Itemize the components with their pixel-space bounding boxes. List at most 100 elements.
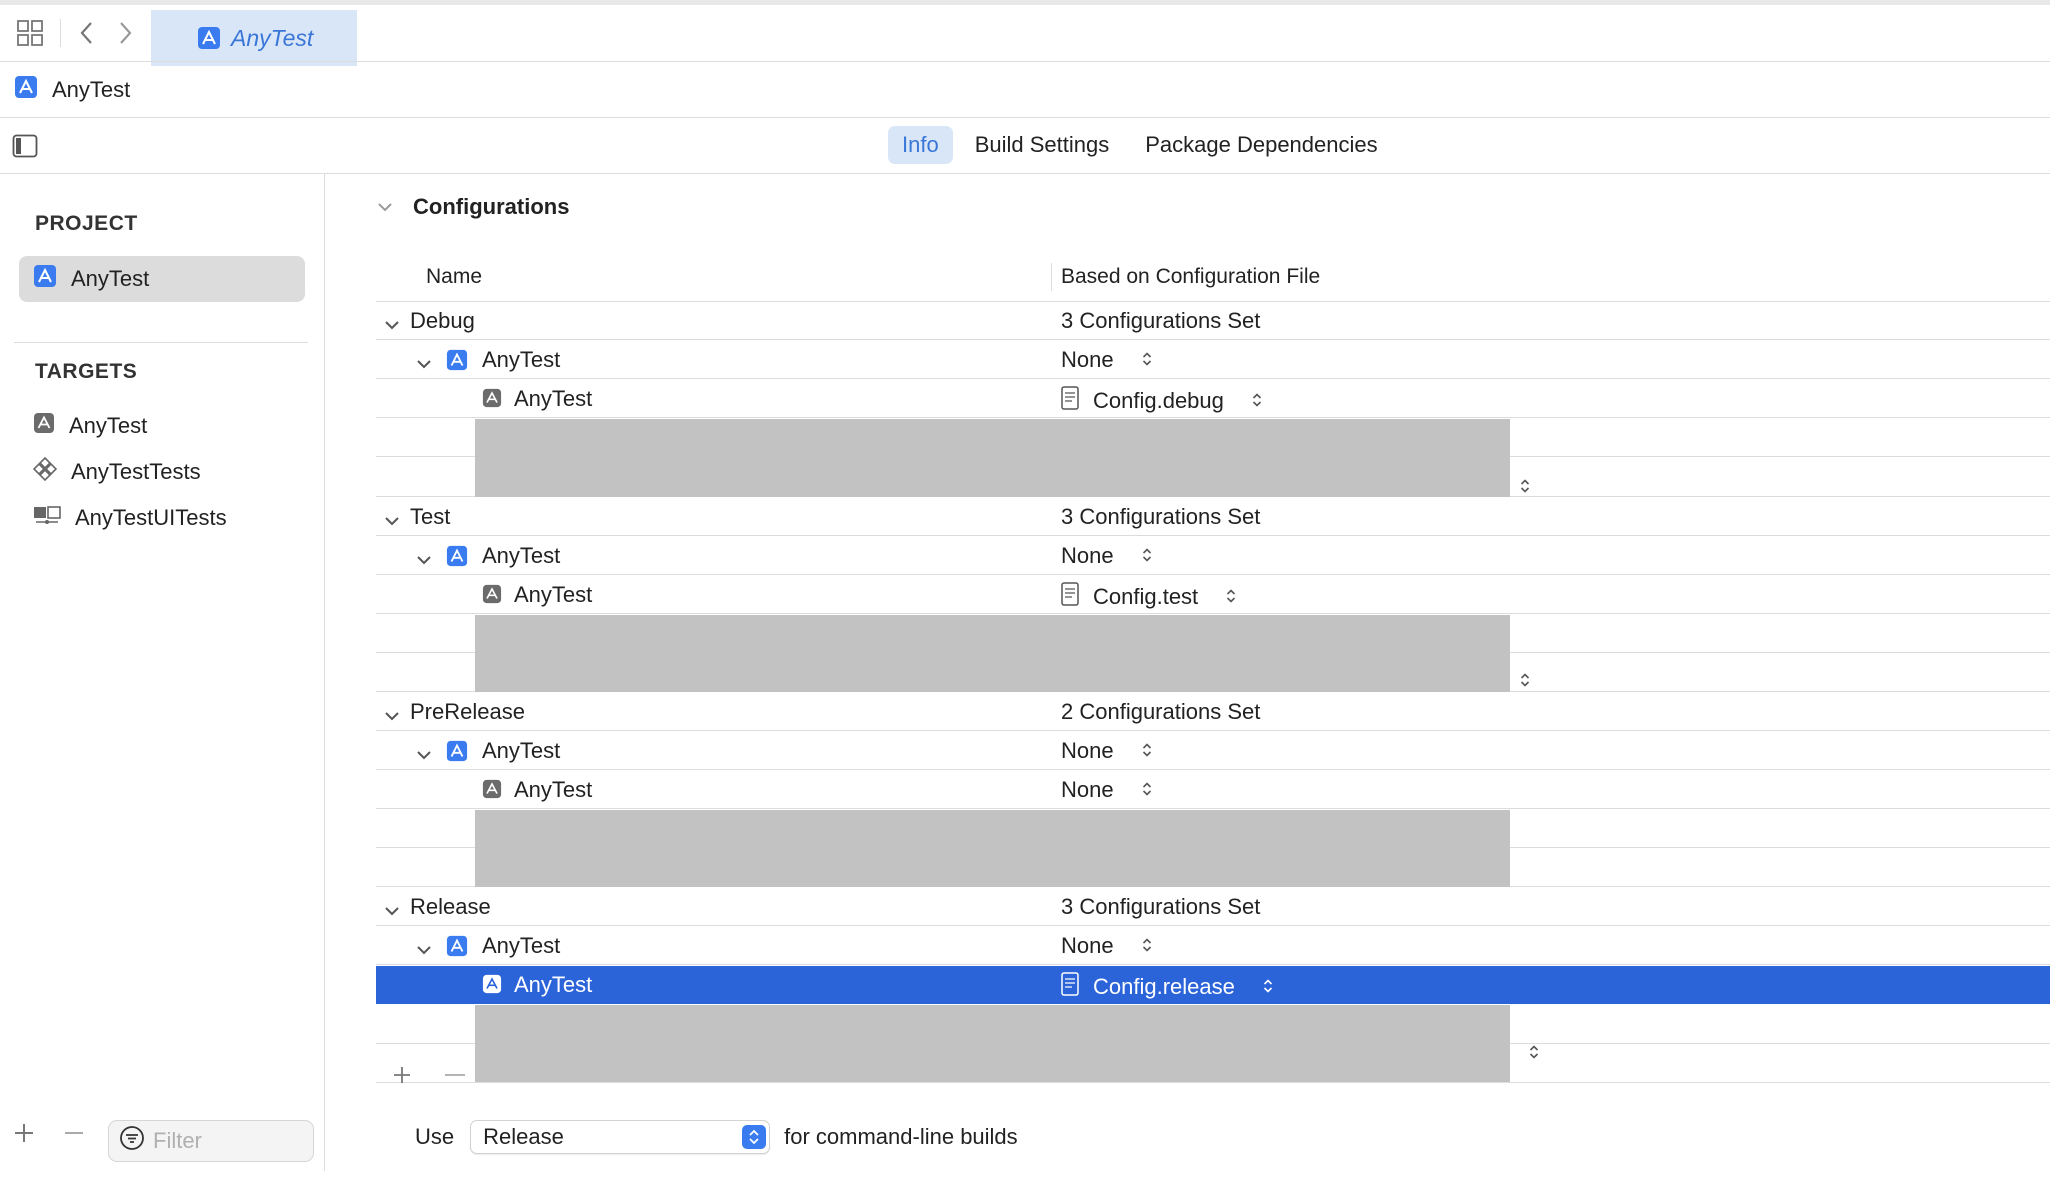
config-file-value: Config.debug: [1093, 388, 1224, 413]
sidebar-item-project-anytest[interactable]: AnyTest: [19, 256, 305, 302]
jump-bar-project[interactable]: AnyTest: [52, 77, 130, 103]
document-icon: [1061, 582, 1079, 612]
config-project-name: AnyTest: [482, 543, 561, 568]
config-group-summary: 2 Configurations Set: [1061, 699, 1261, 724]
config-file-value: Config.release: [1093, 974, 1235, 999]
chevron-down-icon[interactable]: [384, 313, 400, 339]
filter-field[interactable]: [108, 1120, 314, 1162]
tab-bar-divider: [60, 19, 61, 47]
add-icon[interactable]: [12, 1119, 36, 1153]
back-chevron-icon[interactable]: [78, 21, 96, 51]
editor-header: Info Build Settings Package Dependencies: [0, 118, 2050, 173]
config-file-popup[interactable]: Config.debug: [1061, 386, 1262, 416]
tab-package-dependencies[interactable]: Package Dependencies: [1131, 126, 1391, 164]
config-file-value: None: [1061, 777, 1114, 802]
config-target-row[interactable]: AnyTest Config.debug: [376, 380, 2050, 418]
config-group-row[interactable]: Test 3 Configurations Set: [376, 498, 2050, 536]
column-header-name[interactable]: Name: [376, 253, 1051, 301]
document-icon: [1061, 972, 1079, 1002]
unit-test-icon: [32, 456, 58, 487]
config-file-popup[interactable]: Config.test: [1061, 582, 1236, 612]
chevron-down-icon[interactable]: [376, 196, 394, 222]
remove-configuration-icon[interactable]: [444, 1060, 466, 1092]
remove-icon[interactable]: [62, 1119, 86, 1153]
chevron-down-icon[interactable]: [384, 704, 400, 730]
blank-area: [475, 1005, 1510, 1082]
file-tab-label: AnyTest: [231, 24, 314, 51]
config-file-value: None: [1061, 933, 1114, 958]
sidebar-divider: [14, 342, 308, 343]
chevron-down-icon[interactable]: [416, 938, 432, 964]
config-file-value: Config.test: [1093, 584, 1199, 609]
tab-bar: AnyTest: [0, 0, 2050, 66]
config-group-row[interactable]: Release 3 Configurations Set: [376, 888, 2050, 926]
config-file-popup[interactable]: None: [1061, 347, 1152, 373]
config-file-popup[interactable]: Config.release: [1061, 972, 1273, 1002]
grid-icon[interactable]: [16, 19, 44, 53]
chevron-updown-icon: [1142, 543, 1152, 569]
config-file-popup[interactable]: None: [1061, 933, 1152, 959]
add-configuration-icon[interactable]: [392, 1060, 412, 1092]
config-file-popup[interactable]: None: [1061, 738, 1152, 764]
tab-build-settings[interactable]: Build Settings: [961, 126, 1124, 164]
column-header-based-on[interactable]: Based on Configuration File: [1061, 253, 1320, 301]
command-line-config-select[interactable]: Release: [470, 1120, 771, 1154]
chevron-down-icon[interactable]: [384, 509, 400, 535]
config-group-summary: 3 Configurations Set: [1061, 504, 1261, 529]
sidebar-item-target-anytestuitests[interactable]: AnyTestUITests: [19, 495, 305, 541]
config-project-row[interactable]: AnyTest None: [376, 732, 2050, 770]
sidebar-item-target-anytesttests[interactable]: AnyTestTests: [19, 449, 305, 495]
config-file-value: None: [1061, 347, 1114, 372]
document-icon: [1061, 386, 1079, 416]
app-target-icon: [482, 584, 502, 610]
tab-info[interactable]: Info: [888, 126, 953, 164]
config-target-row[interactable]: AnyTest Config.test: [376, 576, 2050, 614]
config-group-row[interactable]: PreRelease 2 Configurations Set: [376, 693, 2050, 731]
app-icon: [446, 349, 468, 377]
config-file-popup[interactable]: None: [1061, 543, 1152, 569]
config-group-row[interactable]: Debug 3 Configurations Set: [376, 302, 2050, 340]
chevron-down-icon[interactable]: [416, 352, 432, 378]
config-file-value: None: [1061, 543, 1114, 568]
sidebar-item-label: AnyTestUITests: [75, 505, 227, 530]
chevron-down-icon[interactable]: [384, 899, 400, 925]
app-target-icon: [33, 412, 55, 440]
config-project-row[interactable]: AnyTest None: [376, 341, 2050, 379]
filter-icon: [119, 1125, 145, 1157]
config-project-name: AnyTest: [482, 738, 561, 763]
app-target-icon: [482, 388, 502, 414]
config-project-row[interactable]: AnyTest None: [376, 537, 2050, 575]
app-target-icon: [482, 779, 502, 805]
editor-tabs: Info Build Settings Package Dependencies: [888, 126, 1400, 164]
chevron-down-icon[interactable]: [416, 743, 432, 769]
chevron-updown-icon[interactable]: [1529, 1040, 1539, 1066]
config-target-row-selected[interactable]: AnyTest Config.release: [376, 966, 2050, 1004]
chevron-down-icon[interactable]: [416, 548, 432, 574]
file-tab[interactable]: AnyTest: [151, 10, 357, 66]
forward-chevron-icon[interactable]: [116, 21, 134, 51]
config-group-summary: 3 Configurations Set: [1061, 308, 1261, 333]
chevron-updown-icon[interactable]: [1520, 474, 1530, 500]
chevron-updown-icon[interactable]: [1520, 668, 1530, 694]
config-file-value: None: [1061, 738, 1114, 763]
config-file-popup[interactable]: None: [1061, 777, 1152, 803]
blank-area: [475, 615, 1510, 692]
config-group-name: Release: [410, 894, 491, 919]
config-project-name: AnyTest: [482, 347, 561, 372]
sidebar-item-label: AnyTest: [69, 413, 148, 438]
config-project-row[interactable]: AnyTest None: [376, 927, 2050, 965]
command-line-suffix: for command-line builds: [784, 1124, 1018, 1149]
app-icon: [33, 264, 57, 294]
sidebar-item-label: AnyTestTests: [71, 459, 201, 484]
config-target-row[interactable]: AnyTest None: [376, 771, 2050, 809]
sidebar-toggle-icon[interactable]: [12, 134, 38, 164]
ui-test-icon: [33, 504, 61, 532]
blank-area: [475, 419, 1510, 497]
filter-input[interactable]: [153, 1128, 303, 1154]
sidebar-item-target-anytest[interactable]: AnyTest: [19, 403, 305, 449]
jump-bar[interactable]: AnyTest: [0, 62, 2050, 117]
chevron-updown-icon: [1263, 974, 1273, 1000]
app-icon: [446, 545, 468, 573]
chevron-updown-icon: [1142, 347, 1152, 373]
configurations-title: Configurations: [413, 194, 570, 219]
